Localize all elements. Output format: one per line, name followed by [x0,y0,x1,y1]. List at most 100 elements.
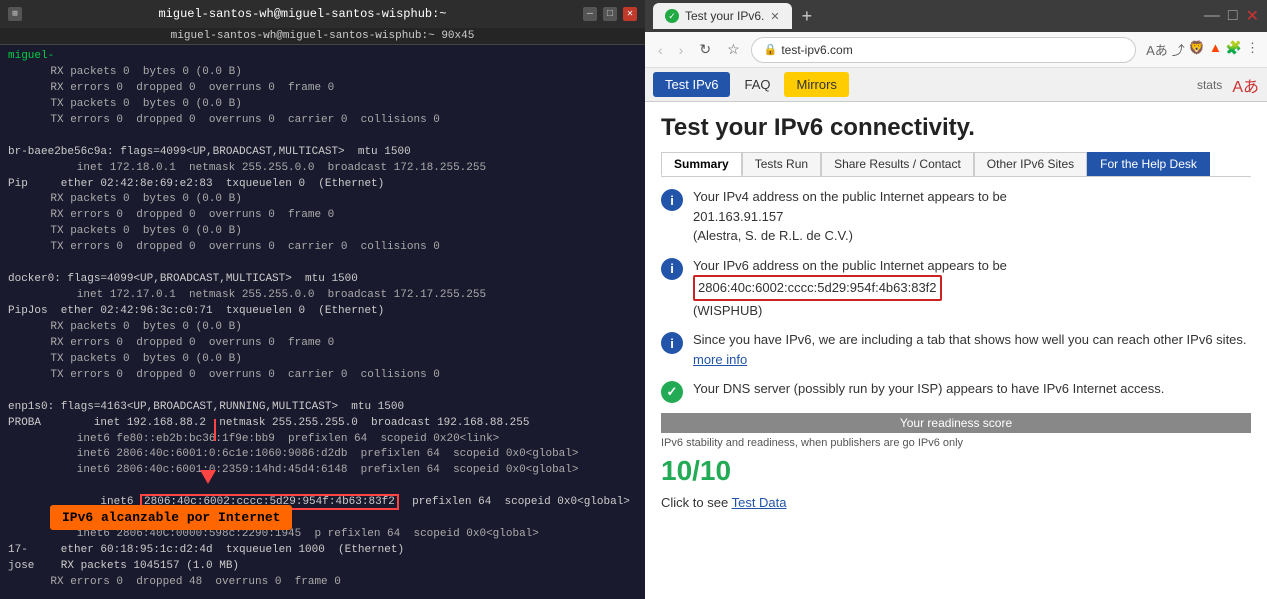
arrow-svg [205,419,225,444]
address-bar[interactable]: 🔒 test-ipv6.com [751,37,1136,63]
site-tab-mirrors[interactable]: Mirrors [784,72,848,97]
tab-favicon-icon: ✓ [665,9,679,23]
info-item-ipv6: i Your IPv6 address on the public Intern… [661,256,1251,321]
terminal-line: TX packets 1853 bytes 305188 (305.1 KB) [8,591,637,592]
terminal-line: jose RX packets 1045157 (1.0 MB) [8,559,637,575]
readiness-sub: IPv6 stability and readiness, when publi… [661,437,1251,449]
terminal-line: inet 172.18.0.1 netmask 255.255.0.0 broa… [8,161,637,177]
terminal-title: miguel-santos-wh@miguel-santos-wisphub:~ [22,7,583,21]
brave-shield-icon[interactable]: 🦁 [1189,40,1205,59]
browser-menu-icon[interactable]: ⋮ [1246,40,1259,59]
terminal-line [8,256,637,272]
site-stats[interactable]: stats [1197,78,1222,92]
browser-titlebar: ✓ Test your IPv6. ✕ + — □ ✕ [645,0,1267,32]
inner-tab-other-sites[interactable]: Other IPv6 Sites [974,152,1087,176]
terminal-line: inet6 2806:40c:6001:0:6c1e:1060:9086:d2d… [8,447,637,463]
refresh-button[interactable]: ↻ [694,39,716,60]
browser-window: ✓ Test your IPv6. ✕ + — □ ✕ ‹ › ↻ ☆ 🔒 te… [645,0,1267,599]
terminal-line: inet 172.17.0.1 netmask 255.255.0.0 broa… [8,288,637,304]
browser-close-icon[interactable]: ✕ [1246,6,1259,26]
terminal-line: br-baee2be56c9a: flags=4099<UP,BROADCAST… [8,145,637,161]
back-button[interactable]: ‹ [653,40,668,60]
terminal-subtitle: miguel-santos-wh@miguel-santos-wisphub:~… [0,28,645,45]
terminal-grid-icon[interactable]: ⊞ [8,7,22,21]
terminal-line: TX errors 0 dropped 0 overruns 0 carrier… [8,113,637,129]
terminal-line [8,129,637,145]
page-title: Test your IPv6 connectivity. [661,114,1251,142]
new-tab-button[interactable]: + [796,6,819,27]
lock-icon: 🔒 [764,43,778,56]
info-item-dns: ✓ Your DNS server (possibly run by your … [661,379,1251,403]
info-text-tab-info: Since you have IPv6, we are including a … [693,330,1251,369]
info-icon-ipv6: i [661,258,683,280]
site-tab-label: Mirrors [796,77,836,92]
terminal-line: RX errors 0 dropped 0 overruns 0 frame 0 [8,336,637,352]
terminal-line: RX errors 0 dropped 0 overruns 0 frame 0 [8,81,637,97]
info-icon-tab-info: i [661,332,683,354]
browser-maximize-icon[interactable]: □ [1228,7,1238,25]
info-text-dns: Your DNS server (possibly run by your IS… [693,379,1164,399]
inner-tab-help-desk[interactable]: For the Help Desk [1087,152,1210,176]
browser-navbar: ‹ › ↻ ☆ 🔒 test-ipv6.com Aあ ⤴ 🦁 ▲ 🧩 ⋮ [645,32,1267,68]
inner-tabs: Summary Tests Run Share Results / Contac… [661,152,1251,177]
terminal-line: miguel- [8,49,637,65]
share-icon[interactable]: ⤴ [1172,40,1185,59]
site-tab-test-ipv6[interactable]: Test IPv6 [653,72,730,97]
site-navigation: Test IPv6 FAQ Mirrors stats Aあ [645,68,1267,102]
info-text-ipv4: Your IPv4 address on the public Internet… [693,187,1007,246]
extensions-icon[interactable]: 🧩 [1226,40,1242,59]
info-icon-dns: ✓ [661,381,683,403]
readiness-score: 10/10 [661,455,1251,487]
info-icon-ipv4: i [661,189,683,211]
terminal-line: inet6 fe80::eb2b:bc36:1f9e:bb9 prefixlen… [8,432,637,448]
terminal-controls: — □ ✕ [583,7,637,21]
arrow-down-icon [200,470,216,484]
ipv6-annotation: IPv6 alcanzable por Internet [50,505,292,530]
terminal-line: enp1s0: flags=4163<UP,BROADCAST,RUNNING,… [8,400,637,416]
inner-tab-summary[interactable]: Summary [661,152,742,176]
brave-icon[interactable]: ▲ [1209,40,1222,59]
terminal-line: Pip ether 02:42:8e:69:e2:83 txqueuelen 0… [8,177,637,193]
forward-button[interactable]: › [674,40,689,60]
info-text-ipv6: Your IPv6 address on the public Internet… [693,256,1007,321]
readiness-bar: Your readiness score [661,413,1251,433]
terminal-line: RX packets 0 bytes 0 (0.0 B) [8,192,637,208]
terminal-close[interactable]: ✕ [623,7,637,21]
terminal-maximize[interactable]: □ [603,7,617,21]
terminal-body: miguel- RX packets 0 bytes 0 (0.0 B) RX … [0,45,645,592]
tab-title: Test your IPv6. [685,9,764,23]
test-data-section: Click to see Test Data [661,495,1251,510]
browser-minimize-icon[interactable]: — [1204,7,1220,25]
site-content: Test your IPv6 connectivity. Summary Tes… [645,102,1267,599]
terminal-line: TX errors 0 dropped 0 overruns 0 carrier… [8,240,637,256]
site-tab-label: Test IPv6 [665,77,718,92]
terminal-line: PipJos ether 02:42:96:3c:c0:71 txqueuele… [8,304,637,320]
inner-tab-share[interactable]: Share Results / Contact [821,152,974,176]
terminal-line: TX packets 0 bytes 0 (0.0 B) [8,224,637,240]
inner-tab-tests-run[interactable]: Tests Run [742,152,821,176]
terminal-line: inet6 2806:40c:6001:0:2359:14hd:45d4:614… [8,463,637,479]
browser-nav-icons: Aあ ⤴ 🦁 ▲ 🧩 ⋮ [1146,40,1259,59]
terminal-line: RX errors 0 dropped 0 overruns 0 frame 0 [8,208,637,224]
test-data-link[interactable]: Test Data [732,495,787,510]
site-tab-label: FAQ [744,77,770,92]
translate-a-icon[interactable]: Aあ [1232,73,1259,97]
terminal-window: ⊞ miguel-santos-wh@miguel-santos-wisphub… [0,0,645,599]
browser-tab[interactable]: ✓ Test your IPv6. ✕ [653,3,792,29]
terminal-line: docker0: flags=4099<UP,BROADCAST,MULTICA… [8,272,637,288]
terminal-minimize[interactable]: — [583,7,597,21]
ipv6-address-display: 2806:40c:6002:cccc:5d29:954f:4b63:83f2 [693,275,942,301]
more-info-link[interactable]: more info [693,352,747,367]
terminal-line: RX packets 0 bytes 0 (0.0 B) [8,65,637,81]
bookmark-button[interactable]: ☆ [722,39,745,60]
terminal-line: TX packets 0 bytes 0 (0.0 B) [8,97,637,113]
tab-close-button[interactable]: ✕ [770,10,779,23]
terminal-line [8,384,637,400]
terminal-line: TX errors 0 dropped 0 overruns 0 carrier… [8,368,637,384]
ipv6-line-suffix: prefixlen 64 scopeid 0x0<global> [399,496,630,508]
info-item-ipv4: i Your IPv4 address on the public Intern… [661,187,1251,246]
translate-icon[interactable]: Aあ [1146,40,1168,59]
site-tab-faq[interactable]: FAQ [732,72,782,97]
address-text: test-ipv6.com [781,43,852,57]
info-item-tab-info: i Since you have IPv6, we are including … [661,330,1251,369]
